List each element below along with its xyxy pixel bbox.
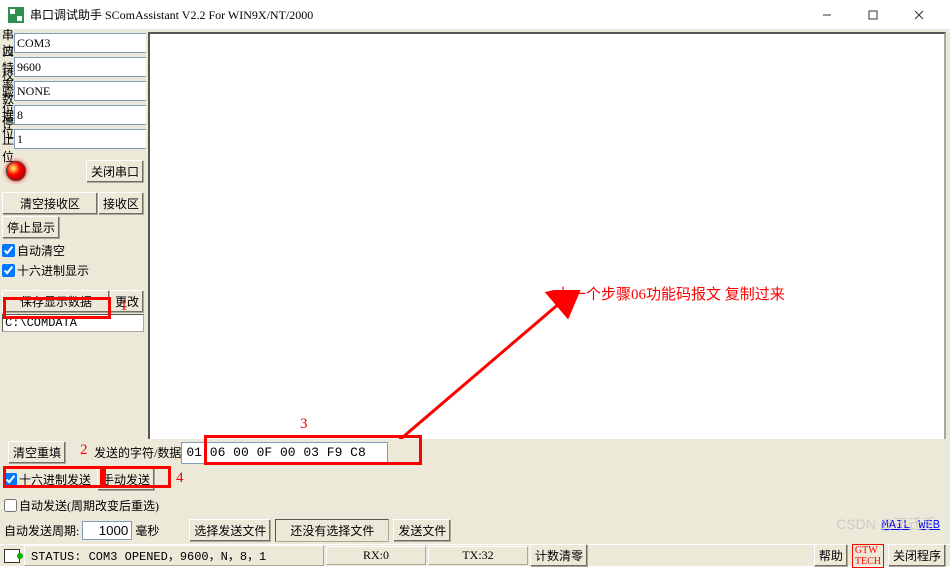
statusbar: STATUS: COM3 OPENED，9600，N，8，1 RX:0 TX:3… [0,544,950,566]
rx-count: RX:0 [326,546,426,565]
annotation-1: 1 [120,298,128,315]
clear-rx-button[interactable]: 清空接收区 [2,192,98,215]
status-text: STATUS: COM3 OPENED，9600，N，8，1 [24,545,324,566]
annotation-3: 3 [300,416,308,433]
auto-send-check[interactable]: 自动发送(周期改变后重选) [4,495,159,515]
stopbits-label: 停止位 [2,114,14,165]
save-data-button[interactable]: 保存显示数据 [2,290,110,313]
count-clear-button[interactable]: 计数清零 [530,544,588,567]
close-button[interactable] [896,0,942,30]
send-label: 发送的字符/数据 [94,444,181,461]
titlebar: 串口调试助手 SComAssistant V2.2 For WIN9X/NT/2… [0,0,950,30]
annotation-text: 上一个步骤06功能码报文 复制过来 [556,283,785,304]
hex-display-check[interactable]: 十六进制显示 [2,260,144,280]
window-title: 串口调试助手 SComAssistant V2.2 For WIN9X/NT/2… [30,6,313,23]
period-label: 自动发送周期: [4,522,79,539]
tx-count: TX:32 [428,546,528,565]
auto-clear-check[interactable]: 自动清空 [2,240,144,260]
manual-send-button[interactable]: 手动发送 [97,468,155,491]
status-icon [4,549,20,563]
hex-send-check[interactable]: 十六进制发送 [4,470,91,490]
stop-display-button[interactable]: 停止显示 [2,216,60,239]
annotation-2: 2 [80,442,88,459]
close-program-button[interactable]: 关闭程序 [888,544,946,567]
close-port-button[interactable]: 关闭串口 [86,160,144,183]
status-led-icon [6,161,26,181]
clear-refill-button[interactable]: 清空重填 [8,441,66,464]
no-file-label: 还没有选择文件 [275,519,389,542]
send-input[interactable] [181,442,388,464]
tech-badge: GTWTECH [852,544,884,568]
period-input[interactable] [82,521,132,540]
web-link[interactable]: WEB [918,518,940,532]
mail-link[interactable]: MAIL [882,518,911,532]
help-button[interactable]: 帮助 [814,544,848,567]
links: MAIL WEB [882,518,940,532]
minimize-button[interactable] [804,0,850,30]
period-unit: 毫秒 [135,522,159,539]
rx-area-button[interactable]: 接收区 [98,192,144,215]
footer: 清空重填 发送的字符/数据 十六进制发送 手动发送 自动发送(周期改变后重选) … [0,439,950,566]
receive-textarea[interactable] [148,32,946,442]
maximize-button[interactable] [850,0,896,30]
app-icon [8,7,24,23]
select-file-button[interactable]: 选择发送文件 [189,519,271,542]
annotation-4: 4 [176,470,184,487]
save-path: C:\COMDATA [2,314,144,332]
send-file-button[interactable]: 发送文件 [393,519,451,542]
